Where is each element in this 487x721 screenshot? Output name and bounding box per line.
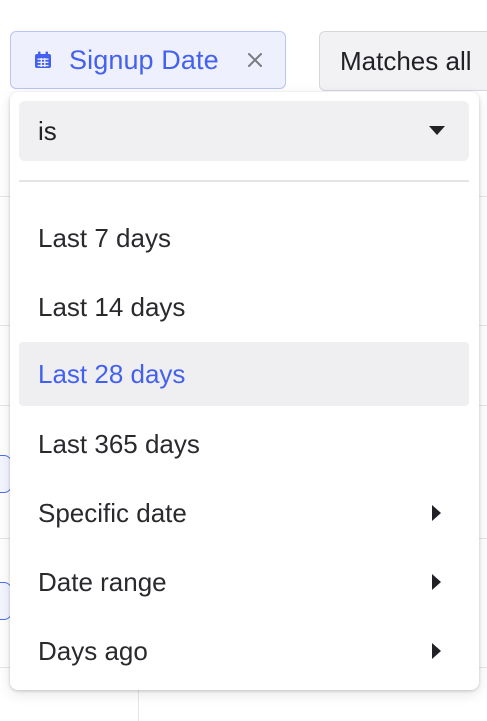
- background-column-divider: [138, 690, 139, 721]
- caret-right-icon: [432, 505, 441, 521]
- option-last-365-days[interactable]: Last 365 days: [19, 412, 469, 476]
- calendar-icon: [33, 50, 53, 70]
- option-label: Days ago: [38, 635, 148, 666]
- caret-down-icon: [429, 126, 445, 135]
- option-label: Last 14 days: [38, 291, 186, 322]
- option-last-28-days[interactable]: Last 28 days: [19, 342, 469, 406]
- close-icon[interactable]: [245, 50, 265, 70]
- option-last-7-days[interactable]: Last 7 days: [19, 206, 469, 270]
- caret-right-icon: [432, 574, 441, 590]
- option-last-14-days[interactable]: Last 14 days: [19, 275, 469, 339]
- match-mode-button[interactable]: Matches all: [319, 31, 487, 91]
- option-label: Date range: [38, 566, 167, 597]
- date-filter-dropdown: is Last 7 days Last 14 days Last 28 days…: [10, 92, 479, 690]
- option-label: Specific date: [38, 497, 187, 528]
- option-specific-date[interactable]: Specific date: [19, 481, 469, 545]
- option-label: Last 28 days: [38, 358, 186, 389]
- option-label: Last 365 days: [38, 428, 200, 459]
- caret-right-icon: [432, 643, 441, 659]
- operator-select[interactable]: is: [19, 101, 469, 161]
- option-days-ago[interactable]: Days ago: [19, 619, 469, 683]
- match-mode-label: Matches all: [340, 45, 472, 76]
- operator-select-value: is: [38, 115, 57, 146]
- signup-date-filter-chip[interactable]: Signup Date: [10, 31, 286, 89]
- option-date-range[interactable]: Date range: [19, 550, 469, 614]
- option-label: Last 7 days: [38, 222, 171, 253]
- filter-chip-label: Signup Date: [69, 44, 219, 75]
- dropdown-divider: [19, 180, 469, 182]
